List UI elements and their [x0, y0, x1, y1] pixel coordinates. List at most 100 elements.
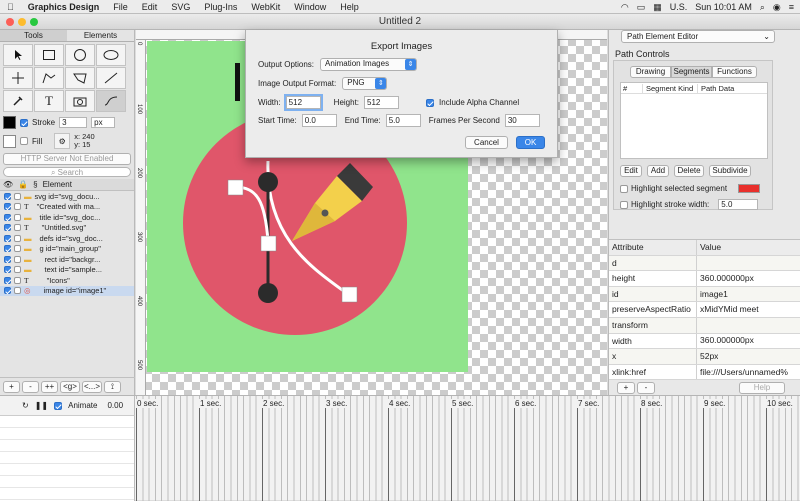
attribute-row[interactable]: id image1 [609, 286, 800, 303]
tree-row[interactable]: ▬ svg id="svg_docu... [0, 191, 134, 202]
lock-checkbox[interactable] [14, 245, 21, 253]
highlight-color-swatch[interactable] [738, 184, 761, 193]
end-time-field[interactable]: 5.0 [385, 114, 421, 127]
attribute-row[interactable]: d [609, 255, 800, 272]
menu-plugins[interactable]: Plug-Ins [197, 2, 244, 12]
lock-checkbox[interactable] [14, 287, 21, 295]
text-tool-icon[interactable]: T [34, 90, 64, 112]
highlight-stroke-field[interactable]: 5.0 [718, 199, 759, 210]
rectangle-tool-icon[interactable] [34, 44, 64, 66]
eyedropper-tool-icon[interactable] [3, 90, 33, 112]
alpha-checkbox[interactable] [426, 98, 435, 107]
rewind-icon[interactable]: ↻ [22, 401, 29, 410]
tree-row[interactable]: T "Untitled.svg" [0, 223, 134, 234]
control-point-top[interactable] [258, 172, 278, 192]
stroke-checkbox[interactable] [20, 118, 28, 127]
tree-row[interactable]: T "Created with ma... [0, 202, 134, 213]
animate-checkbox[interactable] [54, 401, 63, 410]
width-field[interactable]: 512 [283, 94, 323, 111]
subdivide-button[interactable]: Subdivide [709, 165, 751, 177]
tab-drawing[interactable]: Drawing [630, 66, 671, 78]
notification-icon[interactable]: ≡ [789, 2, 794, 12]
attribute-value[interactable]: xMidYMid meet [697, 302, 759, 317]
tree-action-button[interactable]: ⟟ [104, 381, 121, 393]
lock-checkbox[interactable] [14, 213, 21, 221]
tab-elements[interactable]: Elements [67, 30, 134, 41]
help-button[interactable]: Help [739, 382, 785, 394]
tree-row[interactable]: ◎ image id="image1" [0, 285, 134, 296]
crosshair-tool-icon[interactable] [3, 67, 33, 89]
fill-color-swatch[interactable] [3, 134, 16, 148]
anchor-point-middle[interactable] [260, 235, 277, 252]
attribute-row[interactable]: width 360.000000px [609, 333, 800, 350]
menu-edit[interactable]: Edit [135, 2, 165, 12]
menu-svg[interactable]: SVG [164, 2, 197, 12]
menu-webkit[interactable]: WebKit [244, 2, 287, 12]
lock-checkbox[interactable] [14, 276, 21, 284]
stroke-unit-select[interactable]: px [91, 117, 116, 128]
attribute-value[interactable]: 360.000000px [697, 271, 754, 286]
tree-row[interactable]: T "Icons" [0, 275, 134, 286]
attribute-row[interactable]: x 52px [609, 349, 800, 365]
clock[interactable]: Sun 10:01 AM [695, 2, 752, 12]
flag-icon[interactable]: ▦ [653, 2, 662, 13]
wifi-icon[interactable]: ◠ [621, 2, 629, 13]
visibility-checkbox[interactable] [4, 203, 11, 211]
app-menu[interactable]: Graphics Design [21, 2, 107, 12]
pause-icon[interactable]: ❚❚ [35, 401, 48, 410]
visibility-checkbox[interactable] [4, 245, 11, 253]
add-attribute-button[interactable]: + [617, 382, 635, 394]
attributes-table[interactable]: Attribute Value d height 360.000000px id ima… [609, 239, 800, 381]
input-language[interactable]: U.S. [670, 2, 688, 12]
attribute-value[interactable]: file:///Users/unnamed% [697, 365, 788, 380]
apple-icon[interactable]:  [0, 2, 21, 12]
arrow-tool-icon[interactable] [3, 44, 33, 66]
gear-icon[interactable]: ⚙ [54, 133, 71, 149]
segments-table[interactable]: # Segment Kind Path Data [620, 82, 768, 159]
stroke-color-swatch[interactable] [3, 116, 16, 129]
polygon-tool-icon[interactable] [65, 67, 95, 89]
visibility-checkbox[interactable] [4, 213, 11, 221]
delete-segment-button[interactable]: Delete [674, 165, 704, 177]
menu-file[interactable]: File [106, 2, 135, 12]
zoom-window-button[interactable] [30, 18, 38, 26]
tree-row[interactable]: ▬ g id="main_group" [0, 244, 134, 255]
attribute-value[interactable]: 52px [697, 349, 718, 364]
format-select[interactable]: PNG ⇕ [342, 77, 388, 90]
output-options-select[interactable]: Animation Images ⇕ [320, 58, 418, 71]
visibility-checkbox[interactable] [4, 234, 11, 242]
group-button[interactable]: <g> [60, 381, 80, 393]
visibility-checkbox[interactable] [4, 276, 11, 284]
anchor-point-right[interactable] [341, 286, 358, 303]
visibility-checkbox[interactable] [4, 287, 11, 295]
lock-checkbox[interactable] [14, 255, 21, 263]
timeline-ruler[interactable]: 0 sec. 1 sec. 2 sec. 3 sec. 4 sec. 5 sec. 6 se… [136, 396, 800, 501]
tree-row[interactable]: ▬ title id="svg_doc... [0, 212, 134, 223]
ok-button[interactable]: OK [516, 136, 545, 149]
stroke-width-field[interactable]: 3 [59, 117, 88, 128]
attribute-row[interactable]: height 360.000000px [609, 271, 800, 287]
fps-field[interactable]: 30 [504, 114, 540, 127]
lock-checkbox[interactable] [14, 234, 21, 242]
tree-row[interactable]: ▬ defs id="svg_doc... [0, 233, 134, 244]
editor-select[interactable]: Path Element Editor ⌄ [621, 30, 775, 43]
attribute-value[interactable]: image1 [697, 287, 728, 302]
battery-icon[interactable]: ▭ [637, 2, 646, 13]
visibility-checkbox[interactable] [4, 255, 11, 263]
http-server-button[interactable]: HTTP Server Not Enabled [3, 153, 131, 165]
attribute-value[interactable]: 360.000000px [697, 333, 754, 348]
highlight-segment-checkbox[interactable] [620, 184, 628, 193]
add-segment-button[interactable]: Add [647, 165, 669, 177]
tree-row[interactable]: ▬ rect id="backgr... [0, 254, 134, 265]
highlight-stroke-checkbox[interactable] [620, 200, 628, 209]
lock-checkbox[interactable] [14, 224, 21, 232]
tree-row[interactable]: ▬ text id="sample... [0, 265, 134, 276]
attribute-row[interactable]: transform [609, 317, 800, 334]
menu-window[interactable]: Window [287, 2, 333, 12]
start-time-field[interactable]: 0.0 [301, 114, 337, 127]
remove-element-button[interactable]: - [22, 381, 39, 393]
sample-text-glyph[interactable] [235, 63, 240, 101]
minimize-window-button[interactable] [18, 18, 26, 26]
anchor-point-left[interactable] [227, 179, 244, 196]
siri-icon[interactable]: ◉ [773, 2, 781, 13]
